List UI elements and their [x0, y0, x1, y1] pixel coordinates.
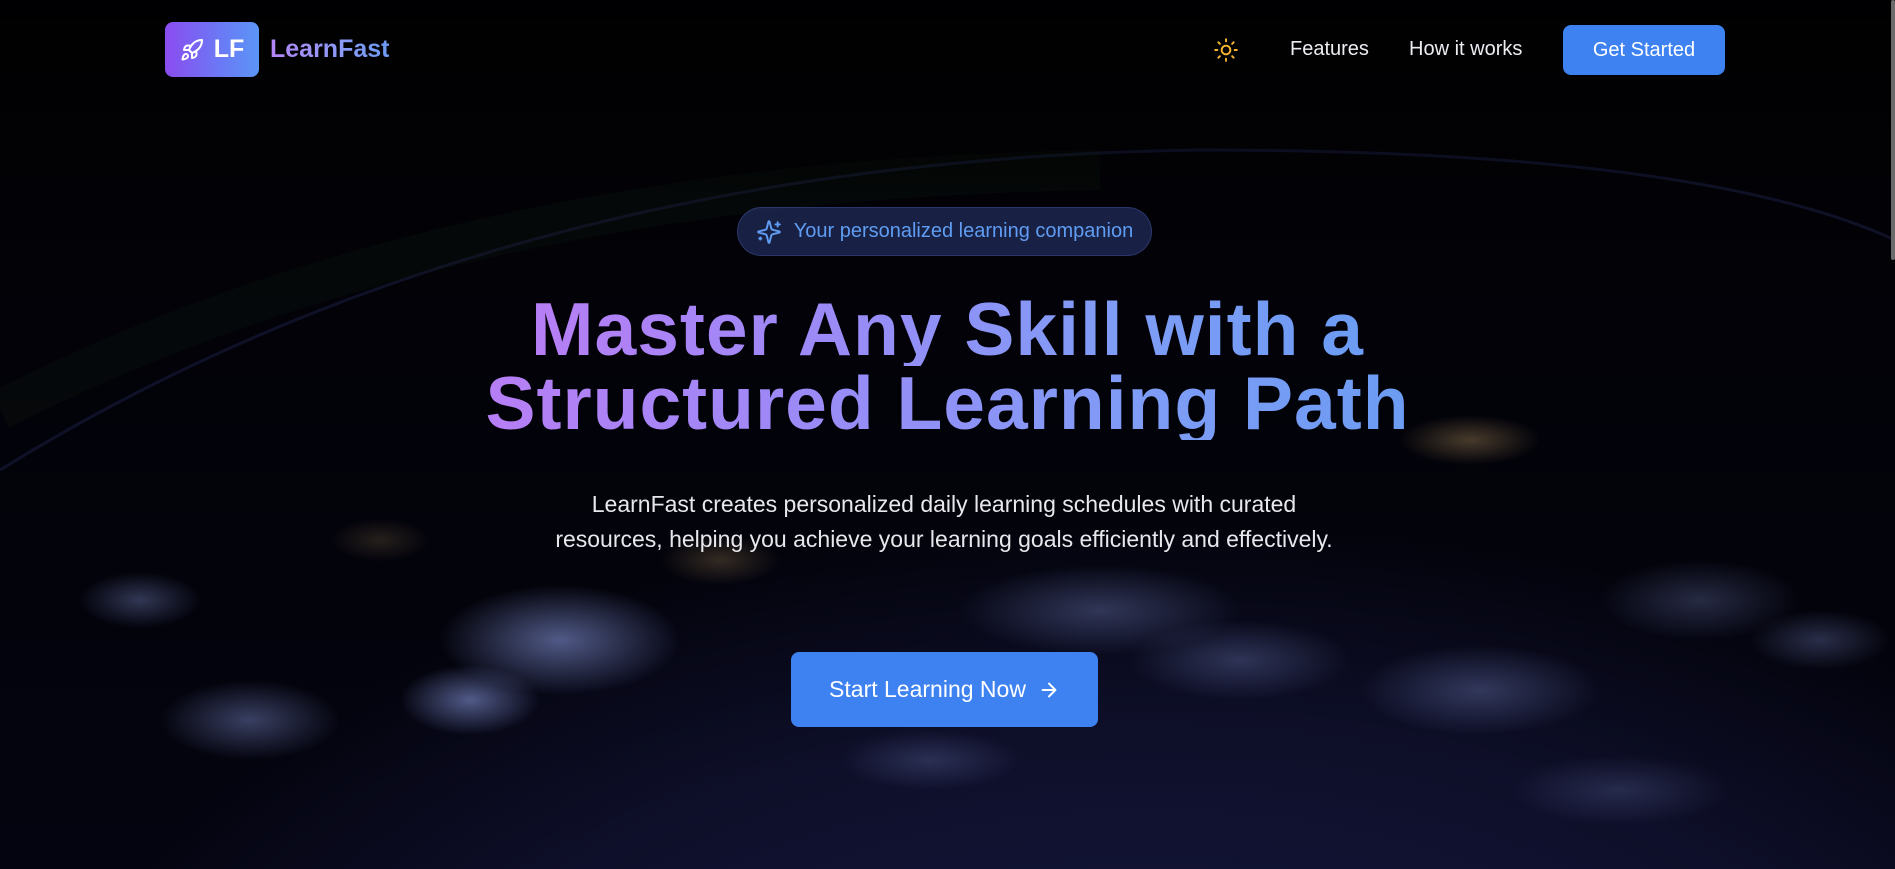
hero-headline: Master Any Skill with a Structured Learn… [0, 287, 1895, 445]
landing-page: LF LearnFast Features How it works Get S… [0, 0, 1895, 869]
hero-headline-line-1: Master Any Skill with a [531, 287, 1364, 371]
logo-link[interactable]: LF LearnFast [165, 22, 389, 77]
hero-badge: Your personalized learning companion [737, 207, 1152, 256]
hero-badge-text: Your personalized learning companion [793, 220, 1134, 242]
sparkles-icon [756, 219, 781, 244]
logo-initials: LF [213, 35, 245, 63]
logo-badge: LF [165, 22, 259, 77]
logo-name: LearnFast [270, 35, 390, 63]
sun-icon [1214, 38, 1238, 62]
arrow-right-icon [1041, 682, 1057, 697]
nav-features-link[interactable]: Features [1290, 38, 1369, 61]
start-learning-button[interactable]: Start Learning Now [791, 652, 1098, 727]
hero-subtitle: LearnFast creates personalized daily lea… [555, 491, 1333, 552]
start-learning-label: Start Learning Now [829, 676, 1026, 702]
theme-toggle-button[interactable] [1212, 36, 1240, 64]
nav-how-it-works-link[interactable]: How it works [1409, 38, 1522, 61]
rocket-icon [181, 38, 203, 60]
hero-headline-line-2: Structured Learning Path [485, 361, 1410, 445]
get-started-button[interactable]: Get Started [1563, 25, 1725, 75]
site-header: LF LearnFast Features How it works Get S… [0, 0, 1895, 100]
